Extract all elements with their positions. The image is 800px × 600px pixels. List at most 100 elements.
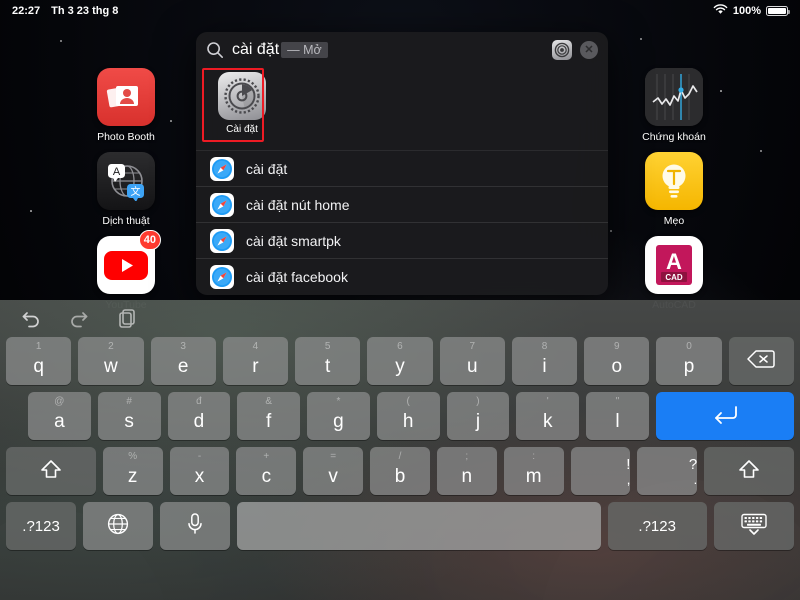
key-alt: 2 (108, 341, 114, 352)
key-s[interactable]: # s (97, 392, 161, 440)
key-j[interactable]: ) j (446, 392, 510, 440)
shift-key-left[interactable] (6, 447, 96, 495)
key-a[interactable]: @ a (28, 392, 91, 440)
key-alt: 7 (469, 341, 475, 352)
suggestion-row[interactable]: cài đặt facebook (196, 259, 608, 295)
key-u[interactable]: 7u (439, 337, 505, 385)
key-e[interactable]: 3e (150, 337, 216, 385)
search-bar[interactable]: cài đặt — Mở ✕ (196, 32, 608, 67)
key-label: k (542, 411, 553, 432)
key-k[interactable]: ' k (516, 392, 580, 440)
key-alt: % (128, 451, 138, 462)
dictation-key[interactable] (160, 502, 231, 550)
app-photo-booth[interactable]: Photo Booth (80, 68, 172, 143)
key-alt: 5 (324, 341, 331, 352)
star (60, 40, 62, 42)
key-n[interactable]: ; n (436, 447, 497, 495)
key-alt: ? (688, 455, 698, 473)
space-key[interactable] (237, 502, 601, 550)
settings-icon[interactable] (552, 39, 572, 60)
key-i[interactable]: 8i (511, 337, 578, 385)
key-b[interactable]: / b (370, 447, 430, 495)
keyboard-row-1: 1q 2w 3e 4r 5t 6y 7u 8i 9o 0p (0, 335, 800, 385)
key-label: b (394, 466, 406, 487)
numeric-key-left[interactable]: .?123 (6, 502, 77, 550)
key-p[interactable]: 0p (656, 337, 722, 385)
key-label: .?123 (22, 517, 60, 535)
svg-text:A: A (666, 249, 682, 274)
on-screen-keyboard: 1q 2w 3e 4r 5t 6y 7u 8i 9o 0p @ a # s đd &… (0, 300, 800, 600)
key-l[interactable]: " l (586, 392, 649, 440)
key-label: f (266, 411, 272, 432)
key-alt: * (336, 396, 341, 407)
suggestion-row[interactable]: cài đặt (196, 151, 608, 187)
backspace-icon (747, 349, 776, 373)
key-label: , (626, 471, 631, 487)
key-h[interactable]: (h (376, 392, 440, 440)
key-label: v (328, 466, 338, 487)
return-key[interactable] (655, 392, 794, 440)
app-translate[interactable]: A 文 Dịch thuật (80, 152, 172, 227)
globe-key[interactable] (83, 502, 154, 550)
suggestion-text: cài đặt facebook (246, 269, 348, 285)
key-label: g (333, 411, 344, 432)
safari-icon (210, 265, 234, 289)
key-q[interactable]: 1q (6, 337, 72, 385)
suggestion-text: cài đặt smartpk (246, 232, 341, 249)
backspace-key[interactable] (728, 337, 794, 385)
redo-icon[interactable] (68, 307, 90, 329)
app-stocks[interactable]: Chứng khoán (628, 68, 720, 143)
key-alt: ; (465, 451, 469, 462)
key-o[interactable]: 9o (584, 337, 650, 385)
hide-keyboard-key[interactable] (713, 502, 795, 550)
app-label: Chứng khoán (642, 131, 706, 143)
app-label: Dịch thuật (102, 215, 150, 227)
battery-icon (766, 6, 790, 16)
star (640, 38, 642, 40)
svg-text:文: 文 (131, 185, 141, 198)
key-alt: / (398, 451, 402, 462)
key-alt: ! (626, 455, 631, 473)
numeric-key-right[interactable]: .?123 (607, 502, 707, 550)
key-c[interactable]: + c (236, 447, 297, 495)
search-input[interactable]: cài đặt — Mở (232, 41, 544, 59)
key-alt: 0 (686, 341, 692, 352)
spotlight-search-panel: cài đặt — Mở ✕ Cài đặt cài đặt cài đặt n… (196, 32, 608, 295)
key-y[interactable]: 6y (367, 337, 433, 385)
suggestion-row[interactable]: cài đặt smartpk (196, 223, 608, 259)
key-m[interactable]: :m (503, 447, 564, 495)
key-alt: : (532, 451, 536, 462)
microphone-icon (185, 512, 205, 540)
settings-icon (218, 72, 266, 120)
key-t[interactable]: 5t (295, 337, 361, 385)
key-period-question[interactable]: ? . (637, 447, 698, 495)
key-alt: # (126, 396, 132, 407)
key-label: q (33, 356, 44, 377)
suggestion-text: cài đặt nút home (246, 196, 350, 213)
key-r[interactable]: 4r (222, 337, 289, 385)
shift-key-right[interactable] (704, 447, 794, 495)
star (720, 90, 722, 92)
status-time: 22:27 (12, 5, 41, 17)
key-f[interactable]: & f (237, 392, 301, 440)
suggestion-row[interactable]: cài đặt nút home (196, 187, 608, 223)
key-alt: ) (476, 396, 480, 407)
key-z[interactable]: % z (102, 447, 163, 495)
undo-icon[interactable] (20, 307, 42, 329)
key-x[interactable]: -x (169, 447, 230, 495)
key-comma-exclaim[interactable]: ! , (570, 447, 631, 495)
status-bar: 22:27 Th 3 23 thg 8 100% (0, 0, 800, 22)
svg-text:A: A (113, 166, 121, 178)
top-hit-settings-app[interactable]: Cài đặt (206, 72, 278, 135)
key-d[interactable]: đd (167, 392, 231, 440)
battery-percent: 100% (732, 5, 761, 17)
app-tips[interactable]: Mẹo (628, 152, 720, 227)
key-w[interactable]: 2w (78, 337, 144, 385)
key-v[interactable]: = v (303, 447, 364, 495)
key-label: p (683, 356, 695, 377)
clear-icon[interactable]: ✕ (580, 40, 598, 59)
key-g[interactable]: * g (307, 392, 370, 440)
paste-icon[interactable] (116, 307, 138, 329)
key-label: r (252, 356, 259, 377)
keyboard-toolbar (0, 300, 800, 335)
